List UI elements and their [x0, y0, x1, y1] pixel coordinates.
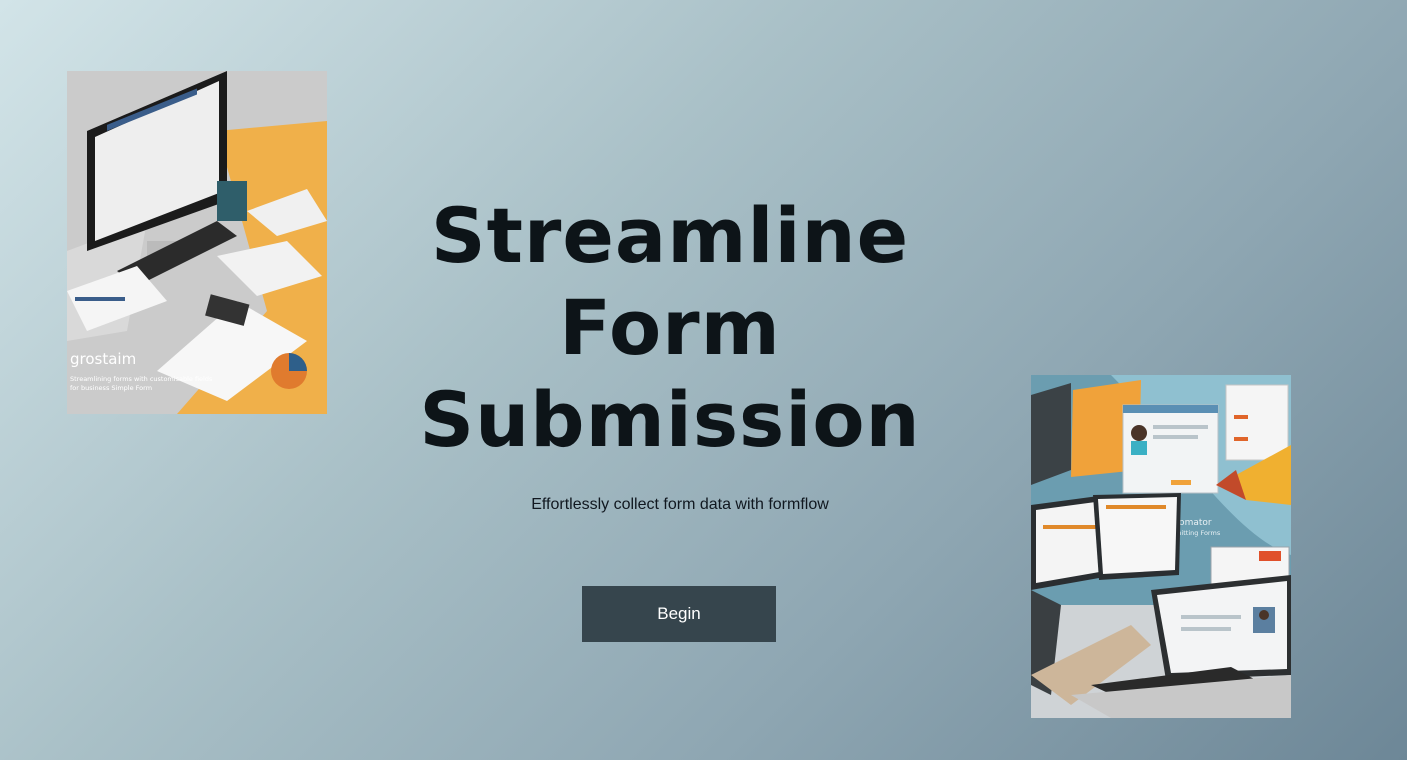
- left-caption-line2: for business Simple Form: [70, 384, 152, 392]
- title-line-3: Submission: [419, 375, 921, 464]
- title-line-1: Streamline: [430, 191, 910, 280]
- laptops-illustration: FormAutomator Smart Submitting Forms: [1031, 375, 1291, 718]
- subtitle: Effortlessly collect form data with form…: [531, 496, 829, 513]
- title-line-2: Form: [559, 283, 781, 372]
- left-caption-title: grostaim: [70, 350, 136, 368]
- page-title: Streamline Form Submission: [330, 190, 1010, 466]
- begin-button[interactable]: Begin: [582, 586, 776, 642]
- left-caption-line1: Streamlining forms with customisable fie…: [70, 375, 213, 383]
- workspace-illustration: grostaim Streamlining forms with customi…: [67, 71, 327, 414]
